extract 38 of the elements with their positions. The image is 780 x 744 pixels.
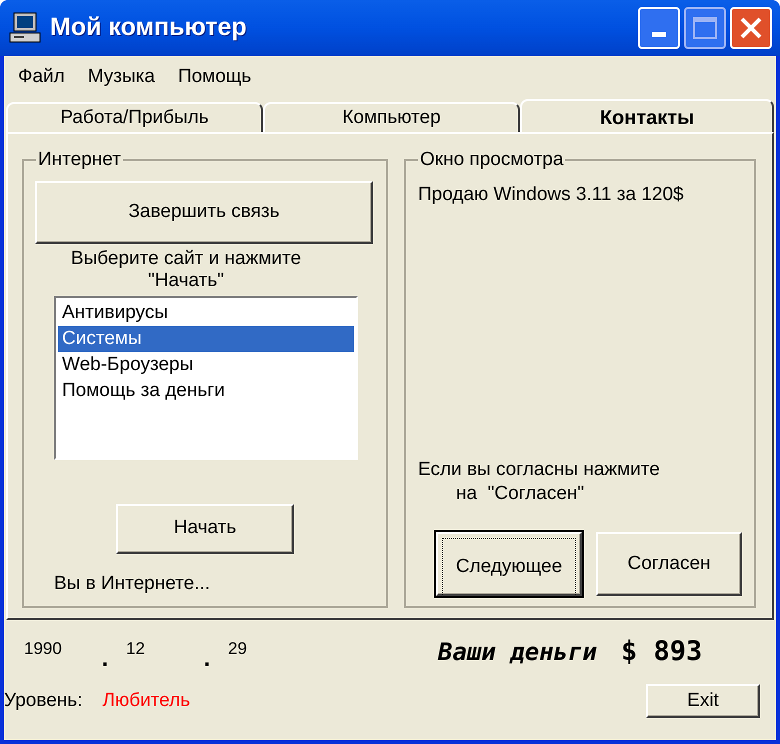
group-title: Интернет <box>37 148 122 172</box>
close-button[interactable] <box>730 7 772 49</box>
money-amount: $ 893 <box>620 634 702 669</box>
date-separator: . <box>100 644 110 674</box>
computer-icon <box>8 11 42 45</box>
close-icon <box>739 16 763 40</box>
group-title: Окно просмотра <box>419 148 564 172</box>
exit-button[interactable]: Exit <box>646 684 760 718</box>
minimize-icon <box>652 32 666 37</box>
money-label: Ваши деньги <box>438 637 597 668</box>
instruction-text: Выберите сайт и нажмите "Начать" <box>70 248 302 292</box>
level-label: Уровень: <box>4 688 82 713</box>
list-item[interactable]: Системы <box>58 326 354 352</box>
tab[interactable]: Контакты <box>520 99 774 133</box>
disconnect-button[interactable]: Завершить связь <box>35 180 373 244</box>
level-value: Любитель <box>102 688 190 713</box>
maximize-button[interactable] <box>684 7 726 49</box>
list-item[interactable]: Помощь за деньги <box>58 378 354 404</box>
date-part: 12 <box>126 638 146 660</box>
date-part: 1990 <box>24 638 63 660</box>
tab[interactable]: Компьютер <box>263 102 520 132</box>
tab[interactable]: Работа/Прибыль <box>6 102 263 132</box>
date-separator: . <box>202 644 212 674</box>
minimize-button[interactable] <box>638 7 680 49</box>
menu-item[interactable]: Помощь <box>178 62 252 92</box>
date-part: 29 <box>228 638 248 660</box>
window-title: Мой компьютер <box>50 12 247 44</box>
status-text: Вы в Интернете... <box>54 572 212 596</box>
start-button[interactable]: Начать <box>116 504 294 554</box>
maximize-icon <box>693 17 717 39</box>
dialog-button[interactable]: Следующее <box>436 532 582 596</box>
menu-item[interactable]: Музыка <box>88 62 155 92</box>
dialog-button[interactable]: Согласен <box>596 532 742 596</box>
offer-text: Продаю Windows 3.11 за 120$ <box>418 182 685 206</box>
menu-item[interactable]: Файл <box>18 62 65 92</box>
prompt-text: Если вы согласны нажмите на "Согласен" <box>418 458 661 506</box>
list-item[interactable]: Антивирусы <box>58 300 354 326</box>
list-item[interactable]: Web-Броузеры <box>58 352 354 378</box>
